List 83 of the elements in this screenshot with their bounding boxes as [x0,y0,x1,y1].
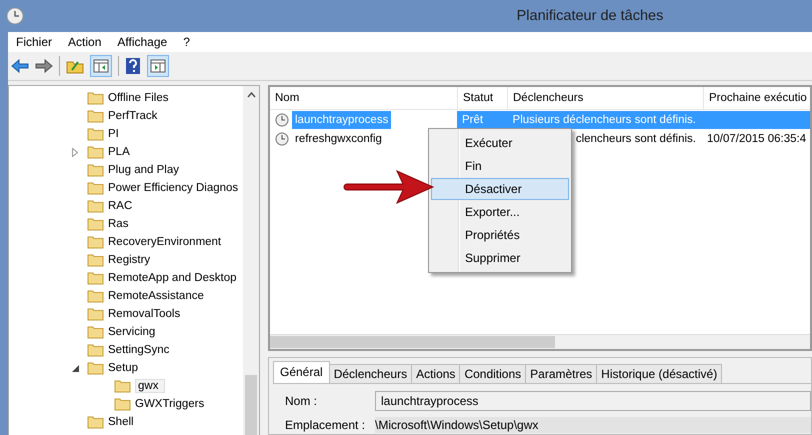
expanded-triangle-icon[interactable] [72,364,78,372]
folder-icon [87,271,104,285]
menu-item[interactable]: Fin [431,155,569,177]
table-cell: 10/07/2015 06:35:4 [707,132,806,144]
action-pane-icon[interactable] [147,55,169,77]
folder-icon [87,253,104,267]
tree-item[interactable]: RemoteApp and Desktop [108,272,240,284]
tree-item[interactable]: Servicing [108,326,158,338]
tree-item[interactable]: gwx [135,379,166,393]
tab[interactable]: Historique (désactivé) [596,364,722,383]
menu-item[interactable]: Action [68,35,102,49]
tree-item[interactable]: RemovalTools [108,308,184,320]
column-header[interactable]: Prochaine exécutio [704,87,810,109]
menu-item[interactable]: Exécuter [431,132,569,154]
clock-icon [275,112,289,126]
folder-icon [87,145,104,159]
folder-icon [87,217,104,231]
tree-item[interactable]: PLA [108,146,133,158]
column-header[interactable]: Statut [458,87,508,109]
folder-icon [87,415,104,429]
console-tree-icon[interactable] [90,55,112,77]
menu-item[interactable]: ? [183,35,190,49]
collapsed-triangle-icon[interactable] [72,148,78,156]
tree-item[interactable]: Shell [108,416,137,428]
menu-item[interactable]: Désactiver [431,178,569,200]
folder-icon [87,127,104,141]
tree-item[interactable]: RAC [108,200,136,212]
table-cell: Prêt [462,114,484,126]
folder-icon [87,235,104,249]
folder-icon [87,289,104,303]
folder-icon [114,397,131,411]
scroll-up-icon[interactable] [246,92,256,98]
folder-icon [87,199,104,213]
tree-item[interactable]: Registry [108,254,154,266]
tree-item[interactable]: Power Efficiency Diagnos [108,182,242,194]
tab[interactable]: Paramètres [525,364,598,383]
name-field[interactable]: launchtrayprocess [375,391,811,411]
tab[interactable]: Déclencheurs [328,364,412,383]
table-cell: clencheurs sont définis. [576,132,696,144]
location-value: \Microsoft\Windows\Setup\gwx [375,417,811,433]
menu-item[interactable]: Propriétés [431,224,569,246]
tree-item[interactable]: Offline Files [108,92,172,104]
menu-item[interactable]: Supprimer [431,247,569,269]
folder-icon [87,91,104,105]
tree-item[interactable]: PerfTrack [108,110,160,122]
tree-item[interactable]: PI [108,128,122,140]
tree-item[interactable]: RecoveryEnvironment [108,236,224,248]
tree-item[interactable]: Plug and Play [108,164,182,176]
column-header[interactable]: Nom [270,87,458,109]
clock-icon [6,7,24,25]
folder-icon [87,181,104,195]
horizontal-scrollbar[interactable] [270,334,810,349]
help-icon[interactable] [125,57,141,75]
task-name[interactable]: refreshgwxconfig [292,130,385,148]
scrollbar-thumb[interactable] [270,336,555,348]
tab[interactable]: Général [273,361,330,383]
tree-item[interactable]: Ras [108,218,132,230]
forward-arrow-icon[interactable] [35,59,53,73]
clock-icon [275,132,289,146]
vertical-scrollbar[interactable] [243,86,259,435]
folder-icon [87,163,104,177]
menu-item[interactable]: Affichage [117,35,168,49]
tree-item[interactable]: Setup [108,362,142,374]
tree-item[interactable]: SettingSync [108,344,172,356]
column-header[interactable]: Déclencheurs [508,87,704,109]
scrollbar-thumb[interactable] [245,375,257,435]
window-title: Planificateur de tâches [516,8,664,24]
folder-icon [87,325,104,339]
folder-icon [87,361,104,375]
menu-item[interactable]: Fichier [16,35,52,49]
tab[interactable]: Conditions [459,364,526,383]
folder-icon [114,379,131,393]
folder-icon [87,109,104,123]
tree-item[interactable]: GWXTriggers [135,398,208,410]
field-label: Emplacement : [285,418,366,432]
tab[interactable]: Actions [411,364,460,383]
folder-icon [87,343,104,357]
table-cell: Plusieurs déclencheurs sont définis. [512,114,696,126]
tree-item[interactable]: RemoteAssistance [108,290,207,302]
back-arrow-icon[interactable] [11,59,29,73]
field-label: Nom : [285,394,318,408]
menu-item[interactable]: Exporter... [431,201,569,223]
folder-icon [87,307,104,321]
